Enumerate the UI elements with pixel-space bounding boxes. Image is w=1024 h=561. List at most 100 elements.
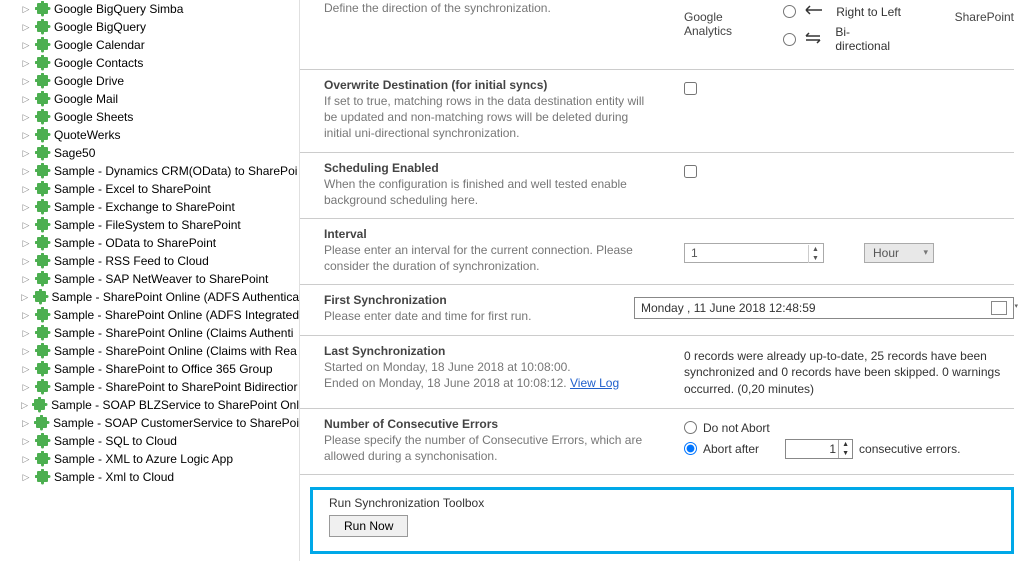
sidebar-item[interactable]: ▷Sample - SharePoint to SharePoint Bidir…: [0, 378, 299, 396]
sidebar-item[interactable]: ▷ Sample - OData to SharePoint: [0, 234, 299, 252]
sidebar-item[interactable]: ▷ Sample - SharePoint Online (Claims with…: [0, 342, 299, 360]
lastsync-started: Started on Monday, 18 June 2018 at 10:08…: [324, 359, 654, 375]
puzzle-icon: [35, 73, 51, 89]
expand-icon[interactable]: ▷: [20, 130, 32, 141]
sidebar-item[interactable]: ▷Sample - XML to Azure Logic App: [0, 450, 299, 468]
expand-icon[interactable]: ▷: [20, 274, 32, 285]
direction-rtl-row[interactable]: Right to Left: [783, 4, 902, 19]
direction-bidi-label: Bi-directional: [835, 25, 902, 53]
puzzle-icon: [35, 127, 51, 143]
expand-icon[interactable]: ▷: [20, 472, 32, 483]
spinner-arrows-icon[interactable]: ▲▼: [838, 440, 852, 458]
expand-icon[interactable]: ▷: [20, 310, 32, 321]
sidebar-item[interactable]: ▷Sample - SOAP CustomerService to ShareP…: [0, 414, 299, 432]
expand-icon[interactable]: ▷: [20, 418, 31, 429]
firstsync-datetime[interactable]: Monday , 11 June 2018 12:48:59: [634, 297, 1014, 319]
sidebar-item-label: Sample - SharePoint Online (Claims with …: [54, 344, 297, 358]
sidebar-item-label: QuoteWerks: [54, 128, 120, 142]
errors-value: 1: [829, 442, 836, 456]
expand-icon[interactable]: ▷: [20, 436, 32, 447]
interval-unit-dropdown[interactable]: Hour: [864, 243, 934, 263]
expand-icon[interactable]: ▷: [20, 382, 32, 393]
sidebar-item[interactable]: ▷Google Drive: [0, 72, 299, 90]
expand-icon[interactable]: ▷: [20, 292, 30, 303]
expand-icon[interactable]: ▷: [20, 220, 32, 231]
sidebar-item[interactable]: ▷Google Sheets: [0, 108, 299, 126]
errors-suffix: consecutive errors.: [859, 442, 960, 456]
radio-rtl[interactable]: [783, 5, 796, 18]
puzzle-icon: [35, 163, 51, 179]
sidebar-item[interactable]: ▷ QuoteWerks: [0, 126, 299, 144]
sidebar-item-label: Sample - Excel to SharePoint: [54, 182, 211, 196]
section-direction: Define the direction of the synchronizat…: [300, 0, 1014, 70]
arrows-bidi-icon: [802, 32, 829, 47]
expand-icon[interactable]: ▷: [20, 22, 32, 33]
scheduling-desc: When the configuration is finished and w…: [324, 176, 654, 208]
radio-do-not-abort[interactable]: [684, 421, 697, 434]
direction-desc: Define the direction of the synchronizat…: [324, 0, 654, 16]
radio-bidi[interactable]: [783, 33, 796, 46]
expand-icon[interactable]: ▷: [20, 184, 32, 195]
expand-icon[interactable]: ▷: [20, 238, 32, 249]
puzzle-icon: [33, 289, 49, 305]
scheduling-checkbox[interactable]: [684, 165, 697, 178]
expand-icon[interactable]: ▷: [20, 94, 32, 105]
expand-icon[interactable]: ▷: [20, 166, 32, 177]
radio-abort-after[interactable]: [684, 442, 697, 455]
puzzle-icon: [32, 397, 48, 413]
puzzle-icon: [35, 109, 51, 125]
expand-icon[interactable]: ▷: [20, 346, 32, 357]
view-log-link[interactable]: View Log: [570, 376, 619, 390]
sidebar-item[interactable]: ▷Sample - SQL to Cloud: [0, 432, 299, 450]
overwrite-checkbox[interactable]: [684, 82, 697, 95]
sidebar-item[interactable]: ▷Sample - SAP NetWeaver to SharePoint: [0, 270, 299, 288]
sidebar-item[interactable]: ▷Google Calendar: [0, 36, 299, 54]
expand-icon[interactable]: ▷: [20, 76, 32, 87]
spinner-arrows-icon[interactable]: ▲▼: [808, 245, 822, 263]
sidebar-item[interactable]: ▷Sample - SharePoint to Office 365 Group: [0, 360, 299, 378]
sidebar-item[interactable]: ▷Sample - SharePoint Online (ADFS Integr…: [0, 306, 299, 324]
expand-icon[interactable]: ▷: [20, 4, 32, 15]
interval-desc: Please enter an interval for the current…: [324, 242, 654, 274]
sidebar-item[interactable]: ▷Sample - Exchange to SharePoint: [0, 198, 299, 216]
direction-options: Right to Left Bi-directional: [783, 4, 902, 59]
sidebar-item[interactable]: ▷Google BigQuery: [0, 18, 299, 36]
expand-icon[interactable]: ▷: [20, 58, 32, 69]
toolbox-title: Run Synchronization Toolbox: [321, 496, 1003, 510]
section-errors: Number of Consecutive Errors Please spec…: [300, 409, 1014, 475]
interval-spinner[interactable]: 1 ▲▼: [684, 243, 824, 263]
expand-icon[interactable]: ▷: [20, 454, 32, 465]
calendar-icon[interactable]: [991, 301, 1007, 315]
sidebar-item[interactable]: ▷Sage50: [0, 144, 299, 162]
sidebar-item-label: Google Contacts: [54, 56, 143, 70]
run-now-button[interactable]: Run Now: [329, 515, 408, 537]
sidebar-item[interactable]: ▷Sample - SharePoint Online (ADFS Authen…: [0, 288, 299, 306]
expand-icon[interactable]: ▷: [20, 148, 32, 159]
expand-icon[interactable]: ▷: [20, 256, 32, 267]
direction-bidi-row[interactable]: Bi-directional: [783, 25, 902, 53]
lastsync-status: 0 records were already up-to-date, 25 re…: [684, 348, 1014, 398]
direction-source: Google Analytics: [684, 4, 771, 38]
sidebar-item[interactable]: ▷Sample - SOAP BLZService to SharePoint …: [0, 396, 299, 414]
sidebar-item[interactable]: ▷Sample - Xml to Cloud: [0, 468, 299, 486]
expand-icon[interactable]: ▷: [20, 400, 29, 411]
expand-icon[interactable]: ▷: [20, 364, 32, 375]
sidebar-item-label: Sample - OData to SharePoint: [54, 236, 216, 250]
sidebar-item[interactable]: ▷ Sample - Excel to SharePoint: [0, 180, 299, 198]
expand-icon[interactable]: ▷: [20, 202, 32, 213]
direction-rtl-label: Right to Left: [836, 5, 901, 19]
expand-icon[interactable]: ▷: [20, 40, 32, 51]
expand-icon[interactable]: ▷: [20, 112, 32, 123]
interval-title: Interval: [324, 227, 654, 241]
sidebar-item[interactable]: ▷Google BigQuery Simba: [0, 0, 299, 18]
puzzle-icon: [35, 451, 51, 467]
sidebar-item[interactable]: ▷Sample - SharePoint Online (Claims Auth…: [0, 324, 299, 342]
errors-count-spinner[interactable]: 1 ▲▼: [785, 439, 853, 459]
sidebar-item[interactable]: ▷Sample - Dynamics CRM(OData) to SharePo…: [0, 162, 299, 180]
sidebar-item[interactable]: ▷ Google Contacts: [0, 54, 299, 72]
sidebar-item[interactable]: ▷Sample - FileSystem to SharePoint: [0, 216, 299, 234]
sidebar-item[interactable]: ▷Sample - RSS Feed to Cloud: [0, 252, 299, 270]
sidebar-item[interactable]: ▷Google Mail: [0, 90, 299, 108]
expand-icon[interactable]: ▷: [20, 328, 32, 339]
overwrite-desc: If set to true, matching rows in the dat…: [324, 93, 654, 142]
